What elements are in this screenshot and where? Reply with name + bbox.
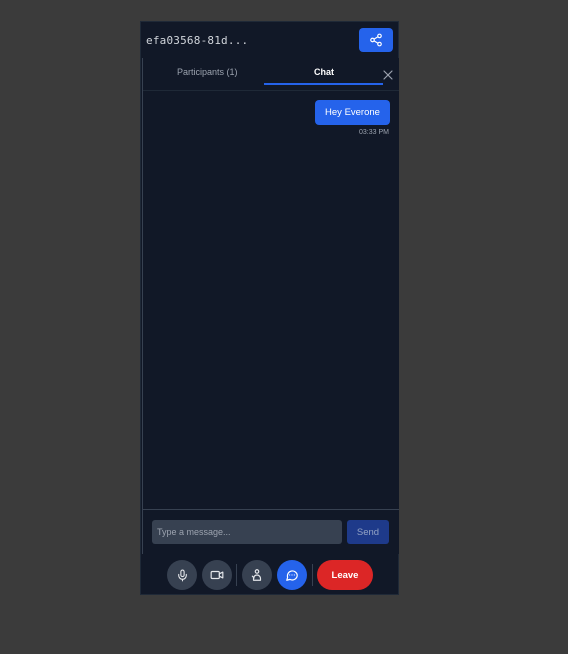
send-button[interactable]: Send [347, 520, 389, 544]
share-button[interactable] [359, 28, 393, 52]
raise-hand-icon [250, 568, 264, 582]
close-icon[interactable] [383, 70, 393, 80]
controls-divider [236, 564, 237, 586]
message-bubble: Hey Everone [315, 100, 390, 125]
share-icon [369, 33, 383, 47]
active-tab-indicator [264, 83, 383, 85]
message-timestamp: 03:33 PM [359, 129, 389, 136]
side-panel: Participants (1) Chat Hey Everone 03:33 … [142, 58, 399, 554]
video-camera-icon [210, 568, 224, 582]
meeting-app: efa03568-81d... Participants (1) Chat He… [141, 22, 399, 594]
camera-button[interactable] [202, 560, 232, 590]
top-bar: efa03568-81d... [141, 22, 398, 58]
chat-bubble-icon [285, 568, 299, 582]
raise-hand-button[interactable] [242, 560, 272, 590]
message-input[interactable] [152, 520, 342, 544]
controls-divider [312, 564, 313, 586]
meeting-controls: Leave [141, 554, 398, 594]
panel-tabs: Participants (1) Chat [143, 58, 399, 91]
chat-toggle-button[interactable] [277, 560, 307, 590]
chat-messages[interactable]: Hey Everone 03:33 PM [143, 91, 399, 509]
chat-composer: Send [143, 509, 399, 555]
meeting-id: efa03568-81d... [146, 34, 249, 47]
tab-chat[interactable]: Chat [314, 67, 334, 77]
leave-button[interactable]: Leave [317, 560, 373, 590]
mic-button[interactable] [167, 560, 197, 590]
tab-participants[interactable]: Participants (1) [177, 67, 238, 77]
microphone-icon [176, 569, 189, 582]
